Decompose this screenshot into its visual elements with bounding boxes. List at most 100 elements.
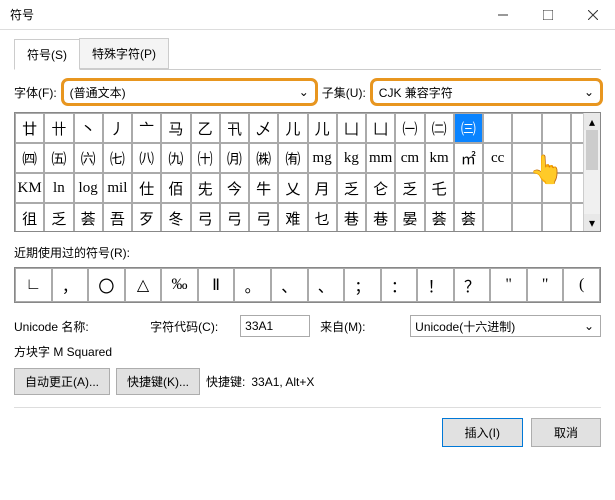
symbol-cell[interactable]: 乏 <box>44 203 73 232</box>
symbol-cell[interactable]: 凵 <box>366 113 395 143</box>
symbol-cell[interactable]: KM <box>15 173 44 203</box>
symbol-cell[interactable]: 荟 <box>425 203 454 232</box>
symbol-cell[interactable]: 牛 <box>249 173 278 203</box>
recent-cell[interactable]: Ⅱ <box>198 268 235 302</box>
symbol-cell[interactable]: log <box>74 173 103 203</box>
symbol-cell[interactable]: ㈤ <box>44 143 73 173</box>
symbol-cell[interactable]: 乜 <box>308 203 337 232</box>
autocorrect-button[interactable]: 自动更正(A)... <box>14 368 110 395</box>
recent-cell[interactable]: ‰ <box>161 268 198 302</box>
close-button[interactable] <box>570 0 615 30</box>
symbol-cell[interactable]: kg <box>337 143 366 173</box>
symbol-cell[interactable]: 凵 <box>337 113 366 143</box>
recent-cell[interactable]: ， <box>52 268 89 302</box>
char-code-input[interactable] <box>240 315 310 337</box>
minimize-button[interactable] <box>480 0 525 30</box>
symbol-cell[interactable]: 卄 <box>44 113 73 143</box>
recent-cell[interactable]: ∟ <box>15 268 52 302</box>
symbol-cell[interactable]: mm <box>366 143 395 173</box>
symbol-cell[interactable]: ㈦ <box>103 143 132 173</box>
symbol-cell[interactable] <box>512 113 541 143</box>
symbol-cell[interactable]: ln <box>44 173 73 203</box>
font-select[interactable]: (普通文本) ⌄ <box>63 80 316 104</box>
symbol-cell[interactable]: 乏 <box>337 173 366 203</box>
symbol-cell[interactable]: ㈨ <box>161 143 190 173</box>
symbol-cell[interactable]: 弓 <box>220 203 249 232</box>
symbol-cell[interactable]: 佰 <box>161 173 190 203</box>
recent-cell[interactable]: ： <box>381 268 418 302</box>
symbol-cell[interactable]: mil <box>103 173 132 203</box>
symbol-cell[interactable] <box>483 173 512 203</box>
symbol-cell[interactable] <box>483 203 512 232</box>
symbol-cell[interactable]: 廿 <box>15 113 44 143</box>
symbol-cell[interactable]: 吾 <box>103 203 132 232</box>
symbol-cell[interactable]: ㈠ <box>395 113 424 143</box>
symbol-cell[interactable]: ㈣ <box>15 143 44 173</box>
symbol-cell[interactable]: mg <box>308 143 337 173</box>
symbol-cell[interactable]: 乇 <box>425 173 454 203</box>
symbol-cell[interactable]: 亠 <box>132 113 161 143</box>
symbol-cell[interactable] <box>542 143 571 173</box>
scroll-thumb[interactable] <box>586 130 598 170</box>
symbol-cell[interactable]: 丿 <box>103 113 132 143</box>
symbol-cell[interactable]: cm <box>395 143 424 173</box>
symbol-cell[interactable]: 晏 <box>395 203 424 232</box>
symbol-cell[interactable]: 丶 <box>74 113 103 143</box>
symbol-cell[interactable]: ㈢ <box>454 113 483 143</box>
recent-cell[interactable]: " <box>490 268 527 302</box>
recent-cell[interactable]: ！ <box>417 268 454 302</box>
symbol-cell[interactable]: 卂 <box>220 113 249 143</box>
symbol-cell[interactable]: 乂 <box>278 173 307 203</box>
insert-button[interactable]: 插入(I) <box>442 418 523 447</box>
symbol-cell[interactable] <box>483 113 512 143</box>
symbol-cell[interactable]: 荟 <box>74 203 103 232</box>
symbol-cell[interactable]: ㈡ <box>425 113 454 143</box>
symbol-cell[interactable]: ㈱ <box>249 143 278 173</box>
scroll-down-icon[interactable]: ▾ <box>584 214 600 231</box>
symbol-cell[interactable] <box>542 113 571 143</box>
symbol-cell[interactable]: km <box>425 143 454 173</box>
scrollbar[interactable]: ▴ ▾ <box>583 113 600 231</box>
symbol-cell[interactable]: 弓 <box>249 203 278 232</box>
symbol-cell[interactable]: 巷 <box>366 203 395 232</box>
recent-cell[interactable]: 〇 <box>88 268 125 302</box>
symbol-cell[interactable]: 歹 <box>132 203 161 232</box>
symbol-cell[interactable]: ㈩ <box>191 143 220 173</box>
symbol-cell[interactable]: 乄 <box>249 113 278 143</box>
symbol-cell[interactable]: 徂 <box>15 203 44 232</box>
symbol-cell[interactable]: ㈧ <box>132 143 161 173</box>
symbol-cell[interactable]: 马 <box>161 113 190 143</box>
symbol-cell[interactable]: ㈥ <box>74 143 103 173</box>
recent-cell[interactable]: ； <box>344 268 381 302</box>
symbol-cell[interactable]: 今 <box>220 173 249 203</box>
symbol-cell[interactable] <box>542 173 571 203</box>
symbol-cell[interactable]: 仑 <box>366 173 395 203</box>
symbol-cell[interactable]: 乏 <box>395 173 424 203</box>
symbol-cell[interactable]: ㎡ <box>454 143 483 173</box>
symbol-cell[interactable] <box>542 203 571 232</box>
symbol-cell[interactable] <box>512 143 541 173</box>
recent-cell[interactable]: ？ <box>454 268 491 302</box>
symbol-cell[interactable]: cc <box>483 143 512 173</box>
from-select[interactable]: Unicode(十六进制) ⌄ <box>410 315 601 337</box>
symbol-cell[interactable]: 冬 <box>161 203 190 232</box>
symbol-cell[interactable]: 儿 <box>308 113 337 143</box>
symbol-cell[interactable]: 月 <box>308 173 337 203</box>
symbol-cell[interactable]: ㈲ <box>278 143 307 173</box>
recent-cell[interactable]: 。 <box>234 268 271 302</box>
tab-special[interactable]: 特殊字符(P) <box>79 38 169 69</box>
tab-symbols[interactable]: 符号(S) <box>14 39 80 70</box>
symbol-cell[interactable] <box>512 203 541 232</box>
symbol-cell[interactable]: 乙 <box>191 113 220 143</box>
recent-cell[interactable]: ( <box>563 268 600 302</box>
symbol-cell[interactable]: 弓 <box>191 203 220 232</box>
symbol-cell[interactable]: 兂 <box>191 173 220 203</box>
recent-cell[interactable]: 、 <box>271 268 308 302</box>
recent-cell[interactable]: 、 <box>308 268 345 302</box>
symbol-cell[interactable]: 仕 <box>132 173 161 203</box>
symbol-cell[interactable]: 儿 <box>278 113 307 143</box>
recent-cell[interactable]: " <box>527 268 564 302</box>
maximize-button[interactable] <box>525 0 570 30</box>
symbol-cell[interactable]: ㈪ <box>220 143 249 173</box>
subset-select[interactable]: CJK 兼容字符 ⌄ <box>372 80 601 104</box>
